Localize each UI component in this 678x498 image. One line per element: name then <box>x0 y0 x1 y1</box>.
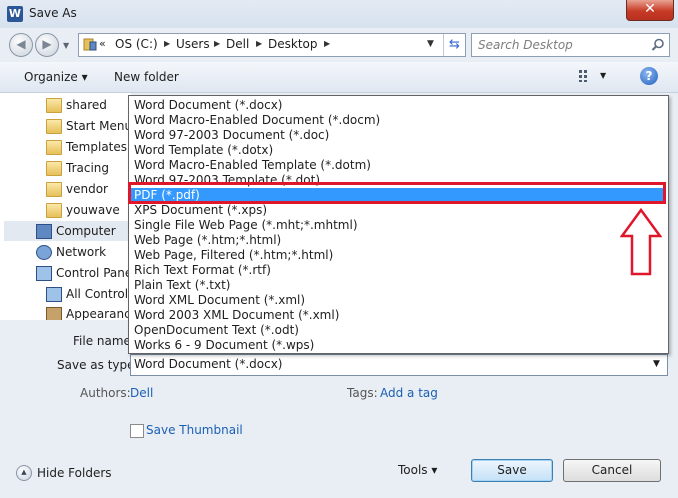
file-type-option[interactable]: Word 97-2003 Document (*.doc) <box>131 128 664 143</box>
recent-locations-dropdown[interactable]: ▼ <box>63 41 69 50</box>
file-type-option[interactable]: Single File Web Page (*.mht;*.mhtml) <box>131 218 664 233</box>
breadcrumb-dell[interactable]: Dell <box>226 37 249 51</box>
search-icon[interactable] <box>650 37 666 53</box>
file-type-option[interactable]: Word Template (*.dotx) <box>131 143 664 158</box>
save-button[interactable]: Save <box>471 459 553 482</box>
save-as-type-select[interactable]: Word Document (*.docx) ▼ <box>130 354 668 376</box>
file-type-option[interactable]: Word 2003 XML Document (*.xml) <box>131 308 664 323</box>
save-thumbnail-label[interactable]: Save Thumbnail <box>146 423 243 437</box>
shortcut-folder-icon <box>46 119 62 134</box>
file-type-option[interactable]: XPS Document (*.xps) <box>131 203 664 218</box>
file-type-option[interactable]: Word Document (*.docx) <box>131 98 664 113</box>
breadcrumb-os-c[interactable]: OS (C:) <box>115 37 158 51</box>
folder-icon <box>46 203 62 218</box>
shortcut-folder-icon <box>46 140 62 155</box>
navigation-pane: shared Start Menu Templates Tracing vend… <box>0 93 139 322</box>
view-dropdown-icon[interactable]: ▼ <box>600 71 606 80</box>
breadcrumb-separator-icon[interactable]: ▶ <box>164 39 170 48</box>
nav-item-label: Computer <box>56 224 116 238</box>
new-folder-button[interactable]: New folder <box>114 70 179 84</box>
file-name-label: File name: <box>73 334 135 348</box>
hide-folders-button[interactable]: Hide Folders <box>37 466 112 480</box>
forward-arrow-icon: ▶ <box>42 37 52 51</box>
nav-item-label: Control Panel <box>56 266 136 280</box>
network-icon <box>36 245 52 260</box>
breadcrumb-separator-icon[interactable]: ▶ <box>256 39 262 48</box>
nav-item-label: Tracing <box>66 161 110 175</box>
refresh-icon[interactable]: ⇆ <box>443 34 465 56</box>
breadcrumb-users[interactable]: Users <box>176 37 210 51</box>
address-dropdown-icon[interactable]: ▼ <box>427 39 434 49</box>
nav-item-label: Templates <box>66 140 128 154</box>
file-type-option[interactable]: Word XML Document (*.xml) <box>131 293 664 308</box>
annotation-up-arrow-icon <box>620 208 662 276</box>
control-panel-icon <box>46 287 62 302</box>
cancel-button[interactable]: Cancel <box>563 459 661 482</box>
computer-location-icon <box>83 38 97 51</box>
breadcrumb-separator-icon[interactable]: ▶ <box>324 39 330 48</box>
nav-item-label: youwave <box>66 203 120 217</box>
folder-icon <box>46 161 62 176</box>
file-type-option[interactable]: OpenDocument Text (*.odt) <box>131 323 664 338</box>
title-bar: W Save As ✕ <box>0 0 678 28</box>
nav-item-label: Network <box>56 245 107 259</box>
change-view-icon[interactable] <box>578 69 596 83</box>
chevron-down-icon[interactable]: ▼ <box>653 359 660 369</box>
file-type-option[interactable]: Web Page, Filtered (*.htm;*.html) <box>131 248 664 263</box>
tools-button[interactable]: Tools ▾ <box>398 463 437 477</box>
file-type-option[interactable]: Rich Text Format (*.rtf) <box>131 263 664 278</box>
word-app-icon: W <box>7 6 23 22</box>
file-type-option[interactable]: Works 6 - 9 Document (*.wps) <box>131 338 664 353</box>
tags-label: Tags: <box>347 386 378 400</box>
save-as-dialog: W Save As ✕ ◀ ▶ ▼ « OS (C:) ▶ Users ▶ De… <box>0 0 678 498</box>
tags-value[interactable]: Add a tag <box>380 386 438 400</box>
search-box[interactable]: Search Desktop <box>471 33 670 57</box>
save-as-type-value: Word Document (*.docx) <box>134 357 283 371</box>
organize-button[interactable]: Organize ▾ <box>24 70 88 84</box>
back-button[interactable]: ◀ <box>9 33 33 57</box>
control-panel-icon <box>36 266 52 281</box>
authors-label: Authors: <box>80 386 131 400</box>
close-button[interactable]: ✕ <box>626 0 674 21</box>
folder-icon <box>46 182 62 197</box>
folder-icon <box>46 98 62 113</box>
nav-item-label: vendor <box>66 182 108 196</box>
breadcrumb-separator-icon[interactable]: ▶ <box>214 39 220 48</box>
save-thumbnail-checkbox[interactable] <box>130 424 144 438</box>
breadcrumb-desktop[interactable]: Desktop <box>268 37 318 51</box>
file-type-option[interactable]: Plain Text (*.txt) <box>131 278 664 293</box>
address-bar[interactable]: « OS (C:) ▶ Users ▶ Dell ▶ Desktop ▶ ▼ ⇆ <box>78 33 466 57</box>
search-placeholder: Search Desktop <box>478 38 573 52</box>
overflow-chevron-icon[interactable]: « <box>99 37 106 50</box>
authors-value[interactable]: Dell <box>130 386 153 400</box>
save-as-type-label: Save as type: <box>57 358 139 372</box>
file-type-dropdown-list: Word Document (*.docx) Word Macro-Enabled… <box>128 95 669 354</box>
file-type-option[interactable]: Word Macro-Enabled Document (*.docm) <box>131 113 664 128</box>
hide-folders-icon[interactable]: ▲ <box>16 465 32 481</box>
file-type-option[interactable]: Web Page (*.htm;*.html) <box>131 233 664 248</box>
command-toolbar: Organize ▾ New folder ▼ ? <box>0 62 678 93</box>
help-icon[interactable]: ? <box>640 67 658 85</box>
back-arrow-icon: ◀ <box>16 37 26 51</box>
computer-icon <box>36 224 52 239</box>
forward-button[interactable]: ▶ <box>35 33 59 57</box>
nav-item-label: shared <box>66 98 107 112</box>
window-title: Save As <box>29 6 77 20</box>
nav-item-label: Start Menu <box>66 119 133 133</box>
annotation-highlight-box <box>128 182 666 204</box>
file-type-option[interactable]: Word Macro-Enabled Template (*.dotm) <box>131 158 664 173</box>
